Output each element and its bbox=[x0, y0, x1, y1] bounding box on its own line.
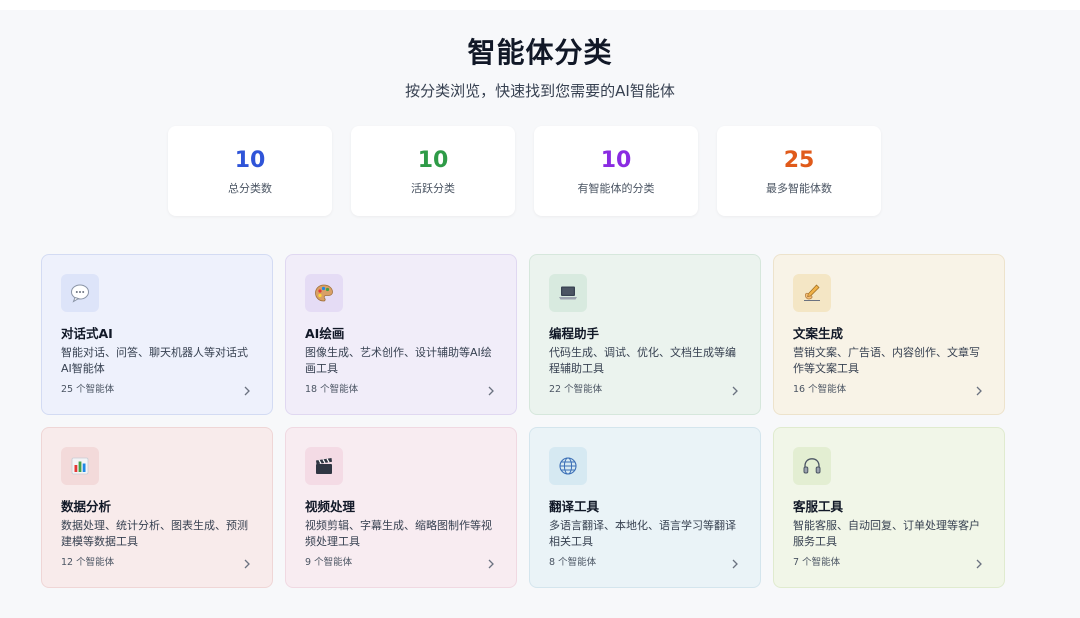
icon-container bbox=[305, 447, 343, 485]
card-title: 文案生成 bbox=[793, 326, 844, 341]
card-title: 编程助手 bbox=[549, 326, 600, 341]
category-card-customer-service[interactable]: 客服工具 智能客服、自动回复、订单处理等客户服务工具 7 个智能体 bbox=[773, 427, 1005, 588]
agent-count: 16 个智能体 bbox=[793, 384, 847, 395]
category-card-ai-painting[interactable]: AI绘画 图像生成、艺术创作、设计辅助等AI绘画工具 18 个智能体 bbox=[285, 254, 517, 415]
icon-container bbox=[549, 447, 587, 485]
bar-chart-icon bbox=[69, 455, 91, 477]
speech-bubble-icon bbox=[69, 282, 91, 304]
clapperboard-icon bbox=[313, 455, 335, 477]
card-description: 智能客服、自动回复、订单处理等客户服务工具 bbox=[793, 519, 980, 548]
stat-label: 总分类数 bbox=[228, 182, 272, 195]
page-subtitle: 按分类浏览，快速找到您需要的AI智能体 bbox=[405, 82, 675, 100]
agent-count: 18 个智能体 bbox=[305, 384, 359, 395]
writing-hand-icon bbox=[801, 282, 823, 304]
card-title: 翻译工具 bbox=[549, 499, 600, 514]
category-grid: 对话式AI 智能对话、问答、聊天机器人等对话式AI智能体 25 个智能体 AI绘… bbox=[41, 254, 1005, 588]
card-title: 对话式AI bbox=[61, 326, 113, 341]
agent-count: 7 个智能体 bbox=[793, 557, 841, 568]
card-title: 数据分析 bbox=[61, 499, 112, 514]
category-card-translation[interactable]: 翻译工具 多语言翻译、本地化、语言学习等翻译相关工具 8 个智能体 bbox=[529, 427, 761, 588]
agent-count: 12 个智能体 bbox=[61, 557, 115, 568]
stat-card-active-categories: 10 活跃分类 bbox=[351, 126, 515, 216]
card-description: 数据处理、统计分析、图表生成、预测建模等数据工具 bbox=[61, 519, 248, 548]
chevron-right-icon bbox=[488, 559, 494, 569]
card-description: 智能对话、问答、聊天机器人等对话式AI智能体 bbox=[61, 346, 248, 375]
stats-row: 10 总分类数 10 活跃分类 10 有智能体的分类 25 最多智能体数 bbox=[168, 126, 881, 216]
chevron-right-icon bbox=[244, 559, 250, 569]
stat-card-categories-with-agents: 10 有智能体的分类 bbox=[534, 126, 698, 216]
category-card-data-analysis[interactable]: 数据分析 数据处理、统计分析、图表生成、预测建模等数据工具 12 个智能体 bbox=[41, 427, 273, 588]
laptop-icon bbox=[557, 282, 579, 304]
headphones-icon bbox=[801, 455, 823, 477]
agent-count: 9 个智能体 bbox=[305, 557, 353, 568]
category-card-coding-assistant[interactable]: 编程助手 代码生成、调试、优化、文档生成等编程辅助工具 22 个智能体 bbox=[529, 254, 761, 415]
card-description: 图像生成、艺术创作、设计辅助等AI绘画工具 bbox=[305, 346, 492, 375]
stat-card-max-agents: 25 最多智能体数 bbox=[717, 126, 881, 216]
chevron-right-icon bbox=[244, 386, 250, 396]
icon-container bbox=[61, 447, 99, 485]
stat-label: 活跃分类 bbox=[411, 182, 455, 195]
stat-value: 10 bbox=[234, 148, 266, 173]
page: 智能体分类 按分类浏览，快速找到您需要的AI智能体 10 总分类数 10 活跃分… bbox=[0, 10, 1080, 618]
category-card-conversational-ai[interactable]: 对话式AI 智能对话、问答、聊天机器人等对话式AI智能体 25 个智能体 bbox=[41, 254, 273, 415]
card-title: 视频处理 bbox=[305, 499, 356, 514]
stat-card-total-categories: 10 总分类数 bbox=[168, 126, 332, 216]
card-description: 代码生成、调试、优化、文档生成等编程辅助工具 bbox=[549, 346, 736, 375]
card-description: 营销文案、广告语、内容创作、文章写作等文案工具 bbox=[793, 346, 980, 375]
agent-count: 8 个智能体 bbox=[549, 557, 597, 568]
card-title: AI绘画 bbox=[305, 326, 345, 341]
stat-value: 10 bbox=[600, 148, 632, 173]
icon-container bbox=[61, 274, 99, 312]
icon-container bbox=[305, 274, 343, 312]
card-description: 视频剪辑、字幕生成、缩略图制作等视频处理工具 bbox=[305, 519, 492, 548]
agent-count: 25 个智能体 bbox=[61, 384, 115, 395]
palette-icon bbox=[313, 282, 335, 304]
stat-label: 最多智能体数 bbox=[766, 182, 832, 195]
icon-container bbox=[793, 447, 831, 485]
stat-value: 10 bbox=[417, 148, 449, 173]
chevron-right-icon bbox=[732, 559, 738, 569]
chevron-right-icon bbox=[976, 386, 982, 396]
stat-value: 25 bbox=[783, 148, 815, 173]
icon-container bbox=[549, 274, 587, 312]
chevron-right-icon bbox=[976, 559, 982, 569]
header: 智能体分类 按分类浏览，快速找到您需要的AI智能体 bbox=[0, 10, 1080, 102]
category-card-video-processing[interactable]: 视频处理 视频剪辑、字幕生成、缩略图制作等视频处理工具 9 个智能体 bbox=[285, 427, 517, 588]
page-title: 智能体分类 bbox=[467, 36, 613, 69]
agent-count: 22 个智能体 bbox=[549, 384, 603, 395]
chevron-right-icon bbox=[732, 386, 738, 396]
chevron-right-icon bbox=[488, 386, 494, 396]
stat-label: 有智能体的分类 bbox=[577, 182, 655, 195]
globe-icon bbox=[557, 455, 579, 477]
icon-container bbox=[793, 274, 831, 312]
category-card-copywriting[interactable]: 文案生成 营销文案、广告语、内容创作、文章写作等文案工具 16 个智能体 bbox=[773, 254, 1005, 415]
card-title: 客服工具 bbox=[793, 499, 844, 514]
card-description: 多语言翻译、本地化、语言学习等翻译相关工具 bbox=[549, 519, 736, 548]
